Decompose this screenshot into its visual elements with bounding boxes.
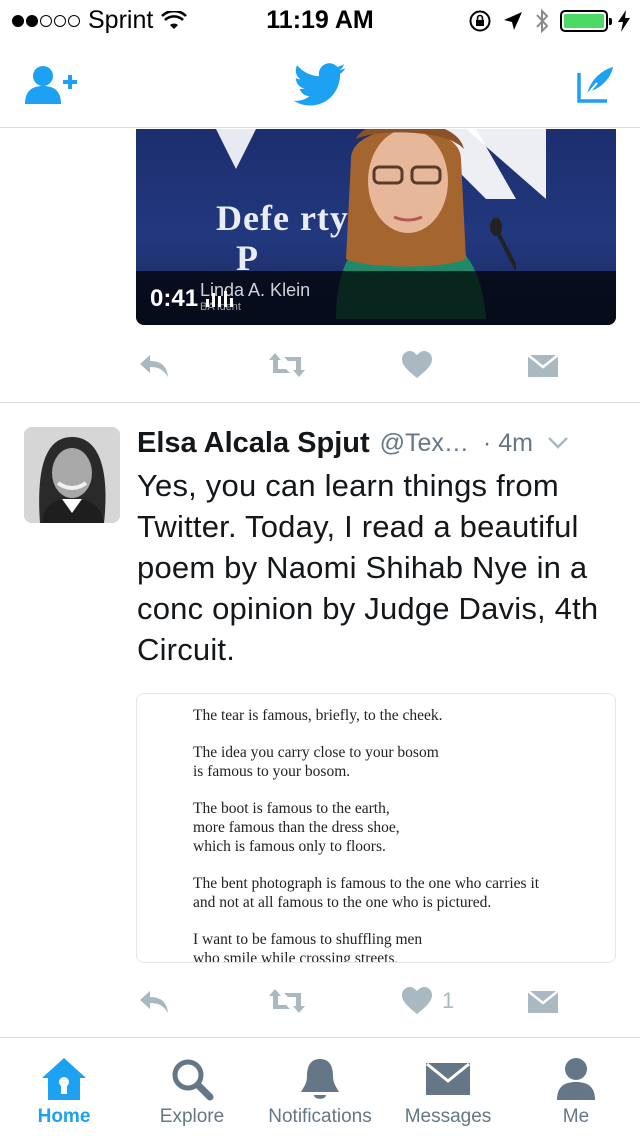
compose-tweet-button[interactable] [568,58,622,112]
poem-stanza: The boot is famous to the earth, more fa… [193,800,400,855]
like-button[interactable]: 1 [402,981,454,1021]
poem-stanza: The idea you carry close to your bosom i… [193,744,439,780]
person-icon [557,1058,595,1100]
tab-explore[interactable]: Explore [128,1038,256,1136]
tab-label: Explore [159,1106,225,1127]
tweet-text: Yes, you can learn things from Twitter. … [137,468,599,667]
timeline-feed[interactable]: Defe rty P Linda A. Klein BA ident 0:41 [0,129,640,1037]
tab-notifications[interactable]: Notifications [256,1038,384,1136]
envelope-icon [426,1062,470,1095]
tweet-actions: 1 [136,981,576,1021]
tab-label: Messages [404,1106,492,1127]
poem-stanza: I want to be famous to shuffling men who… [193,931,423,963]
home-icon [42,1058,86,1100]
author-handle[interactable]: @Tex… [380,429,469,458]
direct-message-button[interactable] [528,981,558,1021]
twitter-bird-icon [293,63,346,106]
charging-bolt-icon [618,10,630,32]
direct-message-button[interactable] [528,345,558,385]
author-name[interactable]: Elsa Alcala Spjut [137,427,370,460]
avatar[interactable] [24,427,120,523]
retweet-icon [269,353,305,377]
tweet-header: Elsa Alcala Spjut @Tex… · 4m [137,423,627,463]
like-count: 1 [442,988,455,1013]
like-button[interactable] [402,345,432,385]
reply-button[interactable] [138,981,170,1021]
location-arrow-icon [504,12,522,30]
video-duration-label: 0:41 [150,285,199,312]
tab-me[interactable]: Me [512,1038,640,1136]
add-user-icon [25,66,77,104]
heart-icon [402,351,432,378]
tab-messages[interactable]: Messages [384,1038,512,1136]
video-player[interactable]: Defe rty P Linda A. Klein BA ident 0:41 [136,129,616,325]
bluetooth-icon [536,8,549,34]
reply-icon [140,355,168,377]
reply-button[interactable] [138,345,170,385]
audio-bars-icon [206,291,234,307]
retweet-button[interactable] [268,981,306,1021]
search-icon [172,1059,214,1101]
compose-icon [577,67,613,103]
chevron-down-icon[interactable] [547,436,569,450]
reply-icon [140,991,168,1013]
retweet-button[interactable] [268,345,306,385]
orientation-lock-icon [469,10,491,32]
envelope-share-icon [528,990,558,1013]
envelope-share-icon [528,354,558,377]
twitter-logo[interactable] [290,58,350,112]
tweet-timestamp: · 4m [482,428,533,457]
heart-icon [402,987,432,1014]
bell-icon [301,1059,339,1099]
battery-icon [560,10,612,32]
tab-label: Notifications [268,1106,372,1127]
tab-home[interactable]: Home [0,1038,128,1136]
profile-photo [24,427,120,523]
add-user-button[interactable] [24,58,78,112]
tab-label: Me [562,1106,590,1127]
top-nav-bar [0,40,640,128]
bottom-tab-bar: Home Explore Notifications Messages Me [0,1037,640,1136]
poem-stanza: The tear is famous, briefly, to the chee… [193,707,443,724]
video-duration: 0:41 [150,285,234,313]
status-bar: Sprint 11:19 AM [0,0,640,40]
retweet-icon [269,989,305,1013]
poem-stanza: The bent photograph is famous to the one… [193,875,540,911]
tweet-actions [136,345,576,385]
tab-label: Home [37,1106,91,1127]
tweet-divider [0,402,640,403]
attached-image[interactable]: The tear is famous, briefly, to the chee… [136,693,616,963]
